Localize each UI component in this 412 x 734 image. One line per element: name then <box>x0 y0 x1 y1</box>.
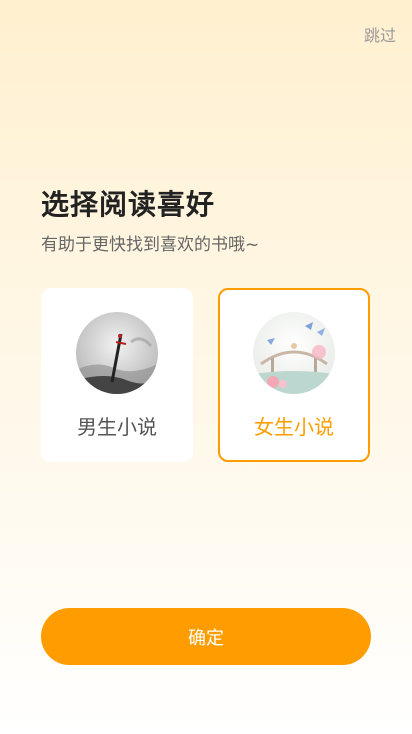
page-subtitle: 有助于更快找到喜欢的书哦~ <box>41 235 260 255</box>
male-novel-label: 男生小说 <box>77 415 157 439</box>
floral-bird-avatar <box>253 312 335 394</box>
female-novel-label: 女生小说 <box>254 415 334 439</box>
page-title: 选择阅读喜好 <box>41 188 216 221</box>
skip-button[interactable]: 跳过 <box>364 22 396 46</box>
female-novel-option[interactable]: 女生小说 <box>218 288 370 462</box>
confirm-button[interactable]: 确定 <box>41 608 371 665</box>
ink-sword-avatar <box>76 312 158 394</box>
male-novel-option[interactable]: 男生小说 <box>41 288 193 462</box>
